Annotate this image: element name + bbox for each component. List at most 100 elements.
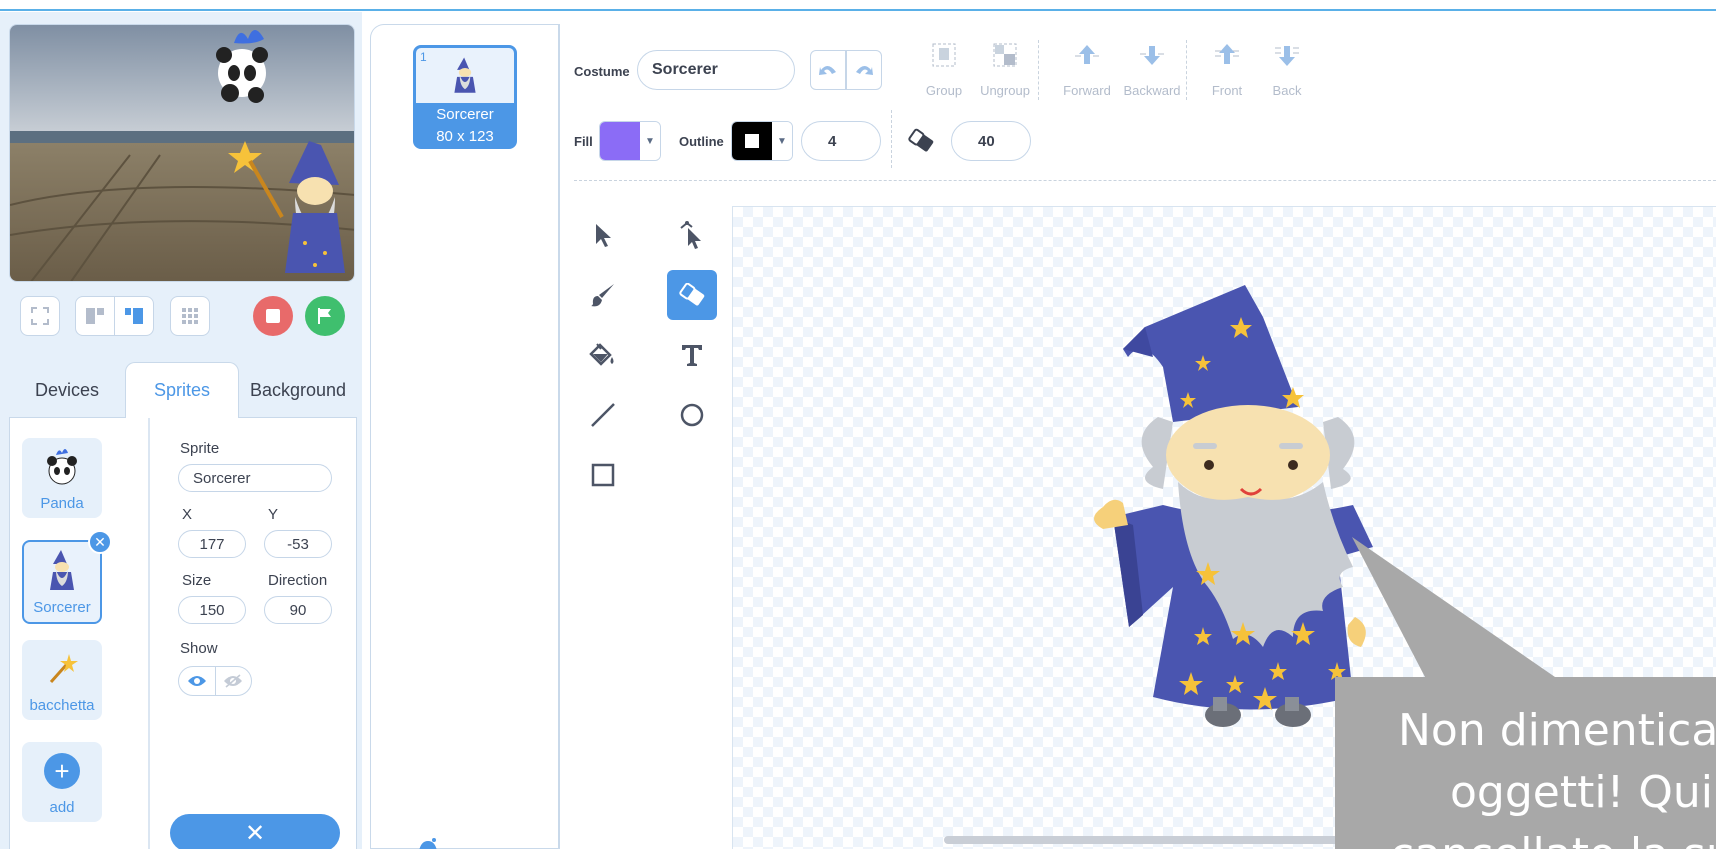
group-button[interactable]: Group bbox=[909, 42, 979, 98]
fullscreen-icon bbox=[31, 307, 49, 325]
stage-preview[interactable] bbox=[9, 24, 355, 282]
large-stage-button[interactable] bbox=[114, 296, 154, 336]
fill-color-picker[interactable]: ▼ bbox=[599, 121, 661, 161]
back-icon bbox=[1275, 46, 1299, 66]
show-label: Show bbox=[180, 640, 218, 657]
add-sprite-button[interactable]: + add bbox=[22, 742, 102, 822]
fullscreen-button[interactable] bbox=[20, 296, 60, 336]
callout-line-3: cancellato la su bbox=[1335, 824, 1716, 849]
fill-swatch bbox=[600, 122, 640, 160]
costume-item[interactable]: 1 Sorcerer 80 x 123 bbox=[413, 45, 517, 149]
size-input[interactable]: 150 bbox=[178, 596, 246, 624]
line-tool[interactable] bbox=[578, 390, 628, 440]
reshape-tool[interactable] bbox=[667, 210, 717, 260]
back-label: Back bbox=[1272, 83, 1302, 98]
text-icon bbox=[682, 345, 702, 366]
backward-label: Backward bbox=[1123, 83, 1181, 98]
redo-icon bbox=[856, 65, 873, 75]
direction-input[interactable]: 90 bbox=[264, 596, 332, 624]
brush-tool[interactable] bbox=[578, 270, 628, 320]
sprite-name: bacchetta bbox=[29, 697, 95, 714]
sprite-name: Panda bbox=[40, 495, 84, 512]
close-icon: ✕ bbox=[94, 533, 106, 550]
sprite-name: Sorcerer bbox=[33, 599, 91, 616]
add-costume-icon[interactable] bbox=[417, 837, 439, 849]
eye-icon bbox=[187, 676, 206, 686]
direction-label: Direction bbox=[268, 572, 328, 589]
sprite-list: Panda Sorcerer ✕ bacchetta + add bbox=[10, 418, 150, 849]
costume-name-input[interactable]: Sorcerer bbox=[637, 50, 795, 90]
stop-icon bbox=[266, 309, 280, 323]
small-stage-icon bbox=[86, 308, 104, 324]
panda-thumbnail bbox=[42, 438, 82, 495]
rectangle-tool[interactable] bbox=[578, 450, 628, 500]
chevron-down-icon: ▼ bbox=[772, 122, 792, 160]
select-tool[interactable] bbox=[578, 210, 628, 260]
eraser-icon bbox=[679, 283, 705, 306]
sprite-label: Sprite bbox=[180, 440, 220, 457]
outline-width-input[interactable]: 4 bbox=[801, 121, 881, 161]
stop-button[interactable] bbox=[253, 296, 293, 336]
green-flag-button[interactable] bbox=[305, 296, 345, 336]
eraser-size-icon bbox=[906, 128, 936, 159]
callout-line-2: oggetti! Qui bbox=[1450, 767, 1713, 818]
fill-tool[interactable] bbox=[578, 330, 628, 380]
add-thumb: + bbox=[44, 742, 80, 799]
back-button[interactable]: Back bbox=[1252, 42, 1322, 98]
show-visible-button[interactable] bbox=[179, 667, 216, 695]
undo-icon bbox=[819, 65, 836, 75]
plus-icon: + bbox=[44, 752, 80, 789]
costume-label: Costume bbox=[574, 64, 630, 79]
show-toggle bbox=[178, 666, 252, 696]
undo-button[interactable] bbox=[810, 50, 846, 90]
large-stage-icon bbox=[125, 308, 143, 324]
toolbar-divider bbox=[1038, 40, 1039, 100]
x-label: X bbox=[182, 506, 193, 523]
y-label: Y bbox=[268, 506, 279, 523]
callout-text: Non dimentica oggetti! Qui cancellato la… bbox=[1335, 700, 1716, 849]
sprite-name-input[interactable]: Sorcerer bbox=[178, 464, 332, 492]
eraser-size-input[interactable]: 40 bbox=[951, 121, 1031, 161]
costume-size: 80 x 123 bbox=[436, 128, 494, 145]
text-tool[interactable] bbox=[667, 330, 717, 380]
chevron-down-icon: ▼ bbox=[640, 122, 660, 160]
costume-index: 1 bbox=[420, 50, 427, 64]
y-input[interactable]: -53 bbox=[264, 530, 332, 558]
sprite-item-bacchetta[interactable]: bacchetta bbox=[22, 640, 102, 720]
redo-button[interactable] bbox=[846, 50, 882, 90]
sprite-tabs: Devices Sprites Background bbox=[9, 362, 357, 418]
arrow-pointer-icon bbox=[596, 224, 611, 247]
costume-name: Sorcerer bbox=[436, 106, 494, 123]
tab-sprites[interactable]: Sprites bbox=[125, 362, 239, 418]
show-hidden-button[interactable] bbox=[216, 667, 252, 695]
costume-list: 1 Sorcerer 80 x 123 bbox=[370, 24, 560, 849]
backward-button[interactable]: Backward bbox=[1117, 42, 1187, 98]
eraser-tool[interactable] bbox=[667, 270, 717, 320]
group-icon bbox=[932, 43, 956, 67]
backward-icon bbox=[1140, 46, 1164, 65]
small-stage-button[interactable] bbox=[75, 296, 115, 336]
circle-tool[interactable] bbox=[667, 390, 717, 440]
outline-color-picker[interactable]: ▼ bbox=[731, 121, 793, 161]
left-panel: Devices Sprites Background Panda Sorcere… bbox=[0, 12, 362, 849]
rectangle-icon bbox=[591, 463, 615, 487]
close-panel-button[interactable]: ✕ bbox=[170, 814, 340, 849]
sprite-item-panda[interactable]: Panda bbox=[22, 438, 102, 518]
toolbar-separator bbox=[574, 180, 1716, 181]
wand-thumbnail bbox=[45, 640, 79, 697]
line-icon bbox=[591, 403, 615, 427]
size-label: Size bbox=[182, 572, 212, 589]
delete-sprite-button[interactable]: ✕ bbox=[88, 530, 112, 554]
x-input[interactable]: 177 bbox=[178, 530, 246, 558]
close-icon: ✕ bbox=[244, 819, 266, 847]
add-label: add bbox=[49, 799, 75, 816]
ungroup-button[interactable]: Ungroup bbox=[970, 42, 1040, 98]
forward-button[interactable]: Forward bbox=[1052, 42, 1122, 98]
sprite-item-sorcerer[interactable]: Sorcerer ✕ bbox=[22, 530, 112, 624]
sprites-pane: Panda Sorcerer ✕ bacchetta + add Sprite … bbox=[9, 417, 357, 849]
group-label: Group bbox=[925, 83, 963, 98]
tab-background[interactable]: Background bbox=[239, 362, 357, 418]
tab-devices[interactable]: Devices bbox=[9, 362, 125, 418]
ungroup-label: Ungroup bbox=[980, 83, 1030, 98]
grid-button[interactable] bbox=[170, 296, 210, 336]
